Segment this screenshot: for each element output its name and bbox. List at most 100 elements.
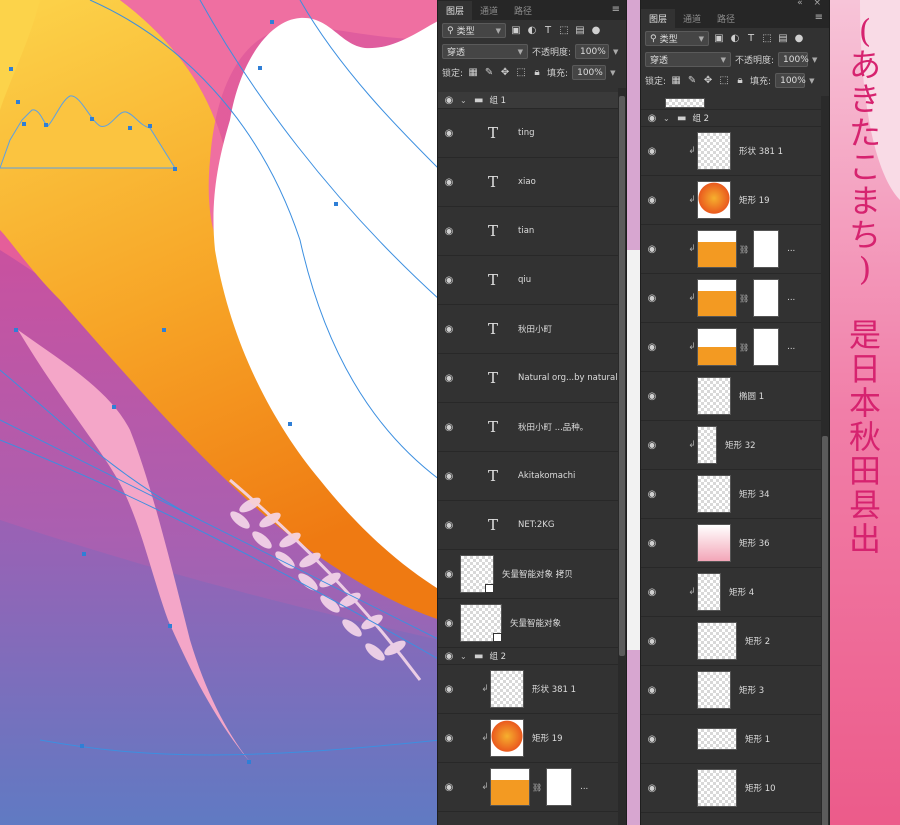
eye-icon[interactable]: ◉ [641,113,663,124]
panel-menu-icon[interactable]: ≡ [815,12,823,23]
lock-transparent-icon[interactable]: ▦ [670,75,682,87]
eye-icon[interactable]: ◉ [438,324,460,335]
filter-kind-select[interactable]: ⚲ 类型 ▼ [645,31,709,46]
tab-channels[interactable]: 通道 [675,9,709,28]
eye-icon[interactable]: ◉ [641,146,663,157]
lock-paint-icon[interactable]: ✎ [483,67,495,79]
eye-icon[interactable]: ◉ [438,569,460,580]
eye-icon[interactable]: ◉ [438,275,460,286]
eye-icon[interactable]: ◉ [438,733,460,744]
eye-icon[interactable]: ◉ [641,538,663,549]
eye-icon[interactable]: ◉ [438,373,460,384]
filter-type-icon[interactable]: T [542,25,554,37]
lock-artboard-icon[interactable]: ⬚ [515,67,527,79]
filter-smart-icon[interactable]: ▤ [777,33,789,45]
filter-toggle-icon[interactable]: ● [793,33,805,45]
layer-text-akitakomachi[interactable]: ◉ T Akitakomachi [438,452,618,501]
eye-icon[interactable]: ◉ [438,128,460,139]
layer-rect-19[interactable]: ◉ ↲ 矩形 19 [438,714,618,763]
link-icon[interactable]: ⛓ [739,294,749,303]
layer-rect-2[interactable]: ◉ 矩形 2 [641,617,821,666]
fill-field[interactable]: 100% [572,65,607,80]
tab-layers[interactable]: 图层 [641,9,676,28]
eye-icon[interactable]: ◉ [438,651,460,662]
eye-icon[interactable]: ◉ [641,440,663,451]
lock-move-icon[interactable]: ✥ [499,67,511,79]
layer-text-natural[interactable]: ◉ T Natural org...by natural [438,354,618,403]
eye-icon[interactable]: ◉ [438,422,460,433]
layer-smart-copy[interactable]: ◉ 矢量智能对象 拷贝 [438,550,618,599]
lock-all-icon[interactable]: 🔒︎ [734,75,746,87]
layer-text-tian[interactable]: ◉ Ttian [438,207,618,256]
lock-paint-icon[interactable]: ✎ [686,75,698,87]
layer-rect-4[interactable]: ◉ ↲ 矩形 4 [641,568,821,617]
layers-scrollbar[interactable] [821,96,829,825]
opacity-field[interactable]: 100% [778,52,809,67]
eye-icon[interactable]: ◉ [641,244,663,255]
layer-group-2[interactable]: ◉ ⌄ ▬ 组 2 [438,648,618,665]
tab-channels[interactable]: 通道 [472,1,506,20]
filter-pixel-icon[interactable]: ▣ [713,33,725,45]
layer-rect-10[interactable]: ◉ 矩形 10 [641,764,821,813]
chevron-down-icon[interactable]: ⌄ [460,652,470,661]
chevron-down-icon[interactable]: ▼ [812,56,817,64]
blend-mode-select[interactable]: 穿透 ▼ [442,44,528,59]
eye-icon[interactable]: ◉ [641,342,663,353]
layer-partial[interactable] [641,96,821,110]
eye-icon[interactable]: ◉ [438,471,460,482]
eye-icon[interactable]: ◉ [438,520,460,531]
layer-text-akita[interactable]: ◉ T 秋田小町 [438,305,618,354]
eye-icon[interactable]: ◉ [641,293,663,304]
layer-text-qiu[interactable]: ◉ Tqiu [438,256,618,305]
layer-rect-1[interactable]: ◉ 矩形 1 [641,715,821,764]
eye-icon[interactable]: ◉ [438,226,460,237]
layer-group-1[interactable]: ◉ ⌄ ▬ 组 1 [438,92,618,109]
filter-shape-icon[interactable]: ⬚ [761,33,773,45]
layer-smart[interactable]: ◉ 矢量智能对象 [438,599,618,648]
opacity-field[interactable]: 100% [575,44,610,59]
link-icon[interactable]: ⛓ [739,245,749,254]
layer-rect-19[interactable]: ◉ ↲ 矩形 19 [641,176,821,225]
filter-pixel-icon[interactable]: ▣ [510,25,522,37]
eye-icon[interactable]: ◉ [438,782,460,793]
lock-move-icon[interactable]: ✥ [702,75,714,87]
filter-kind-select[interactable]: ⚲ 类型 ▼ [442,23,506,38]
layer-text-net[interactable]: ◉ T NET:2KG [438,501,618,550]
layer-text-ting[interactable]: ◉ Tting [438,109,618,158]
filter-shape-icon[interactable]: ⬚ [558,25,570,37]
lock-transparent-icon[interactable]: ▦ [467,67,479,79]
layer-ellipse-1[interactable]: ◉ 椭圆 1 [641,372,821,421]
fill-field[interactable]: 100% [775,73,806,88]
filter-adjustment-icon[interactable]: ◐ [729,33,741,45]
chevron-down-icon[interactable]: ▼ [809,77,814,85]
link-icon[interactable]: ⛓ [739,343,749,352]
panel-menu-icon[interactable]: ≡ [612,4,620,15]
panel-collapse-icon[interactable]: « × [797,0,825,8]
eye-icon[interactable]: ◉ [641,734,663,745]
layers-scrollbar[interactable] [618,88,626,825]
layer-shape-381[interactable]: ◉ ↲ 形状 381 1 [641,127,821,176]
filter-type-icon[interactable]: T [745,33,757,45]
lock-all-icon[interactable]: 🔒︎ [531,67,543,79]
tab-layers[interactable]: 图层 [438,1,473,20]
chevron-down-icon[interactable]: ▼ [613,48,618,56]
filter-adjustment-icon[interactable]: ◐ [526,25,538,37]
filter-smart-icon[interactable]: ▤ [574,25,586,37]
eye-icon[interactable]: ◉ [438,95,460,106]
tab-paths[interactable]: 路径 [709,9,743,28]
scrollbar-thumb[interactable] [619,96,625,656]
layer-shape-381[interactable]: ◉ ↲ 形状 381 1 [438,665,618,714]
eye-icon[interactable]: ◉ [641,783,663,794]
tab-paths[interactable]: 路径 [506,1,540,20]
eye-icon[interactable]: ◉ [641,489,663,500]
layer-masked-1[interactable]: ◉ ↲ ⛓... [641,225,821,274]
layer-masked-1[interactable]: ◉ ↲ ⛓... [438,763,618,812]
eye-icon[interactable]: ◉ [641,636,663,647]
eye-icon[interactable]: ◉ [641,391,663,402]
eye-icon[interactable]: ◉ [641,587,663,598]
chevron-down-icon[interactable]: ⌄ [663,114,673,123]
eye-icon[interactable]: ◉ [438,684,460,695]
blend-mode-select[interactable]: 穿透 ▼ [645,52,731,67]
layer-group-2[interactable]: ◉ ⌄ ▬ 组 2 [641,110,821,127]
layer-masked-3[interactable]: ◉ ↲ ⛓... [641,323,821,372]
